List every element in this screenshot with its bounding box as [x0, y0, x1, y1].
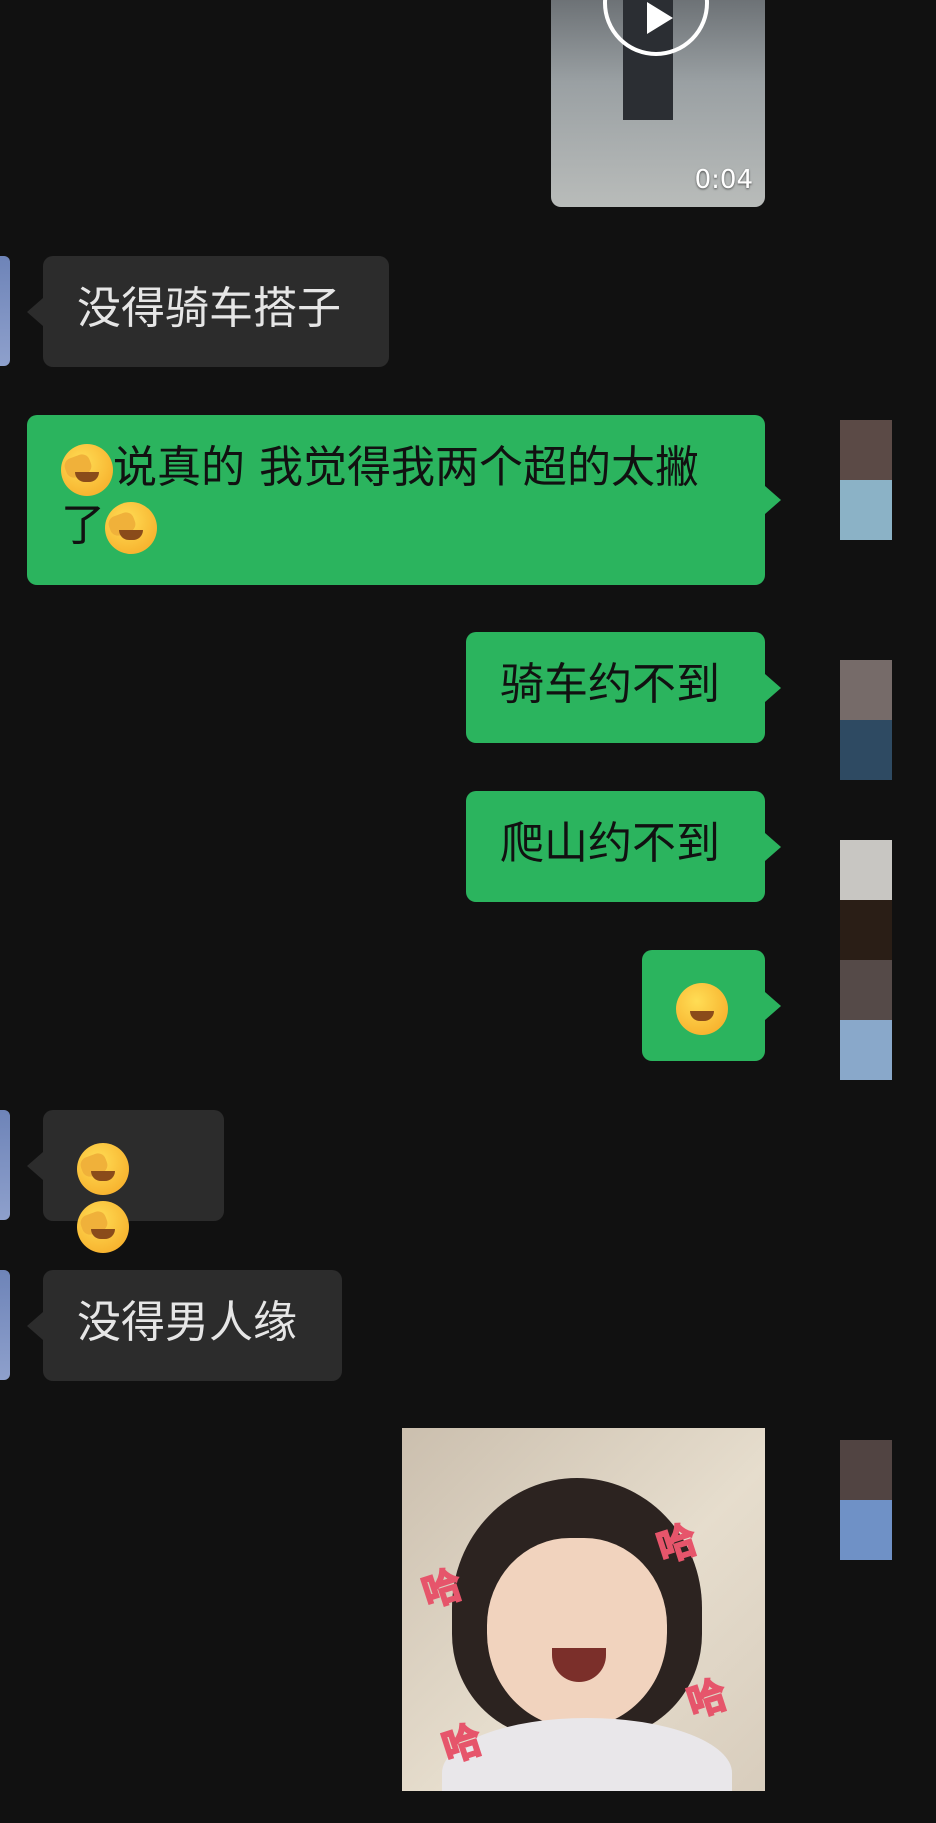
message-text-line1: 说真的 我觉得我两个超的太撇 — [113, 442, 699, 493]
message-text: 爬山约不到 — [500, 818, 720, 869]
outgoing-message-bubble[interactable]: 说真的 我觉得我两个超的太撇 了 — [27, 415, 765, 585]
sticker-ha-text: 哈 — [681, 1671, 733, 1727]
play-icon[interactable] — [603, 0, 709, 56]
sticker-ha-text: 哈 — [436, 1716, 488, 1772]
face-palm-emoji-icon — [61, 444, 113, 496]
video-duration: 0:04 — [694, 165, 753, 195]
message-text-line2: 了 — [61, 500, 105, 551]
outgoing-message-bubble[interactable]: 骑车约不到 — [466, 632, 765, 743]
sender-avatar[interactable] — [0, 256, 10, 366]
my-avatar[interactable] — [840, 660, 892, 780]
incoming-emoji-bubble[interactable] — [43, 1110, 224, 1253]
outgoing-emoji-bubble[interactable] — [642, 950, 765, 1061]
my-avatar[interactable] — [840, 840, 892, 1080]
video-message-thumbnail[interactable]: 0:04 — [551, 0, 765, 207]
my-avatar[interactable] — [840, 420, 892, 540]
incoming-message-bubble[interactable]: 没得骑车搭子 — [43, 256, 389, 367]
hand-over-mouth-emoji-icon — [676, 983, 728, 1035]
message-text: 没得男人缘 — [77, 1297, 297, 1348]
face-palm-emoji-icon — [105, 502, 157, 554]
outgoing-message-bubble[interactable]: 爬山约不到 — [466, 791, 765, 902]
message-text: 骑车约不到 — [500, 659, 720, 710]
laughing-girl-sticker[interactable]: 哈 哈 哈 哈 — [402, 1428, 765, 1791]
message-text: 没得骑车搭子 — [77, 283, 341, 334]
incoming-message-bubble[interactable]: 没得男人缘 — [43, 1270, 342, 1381]
sticker-face — [487, 1538, 667, 1728]
face-palm-emoji-icon — [77, 1201, 129, 1253]
my-avatar[interactable] — [840, 1440, 892, 1560]
sender-avatar[interactable] — [0, 1110, 10, 1220]
sender-avatar[interactable] — [0, 1270, 10, 1380]
face-palm-emoji-icon — [77, 1143, 129, 1195]
